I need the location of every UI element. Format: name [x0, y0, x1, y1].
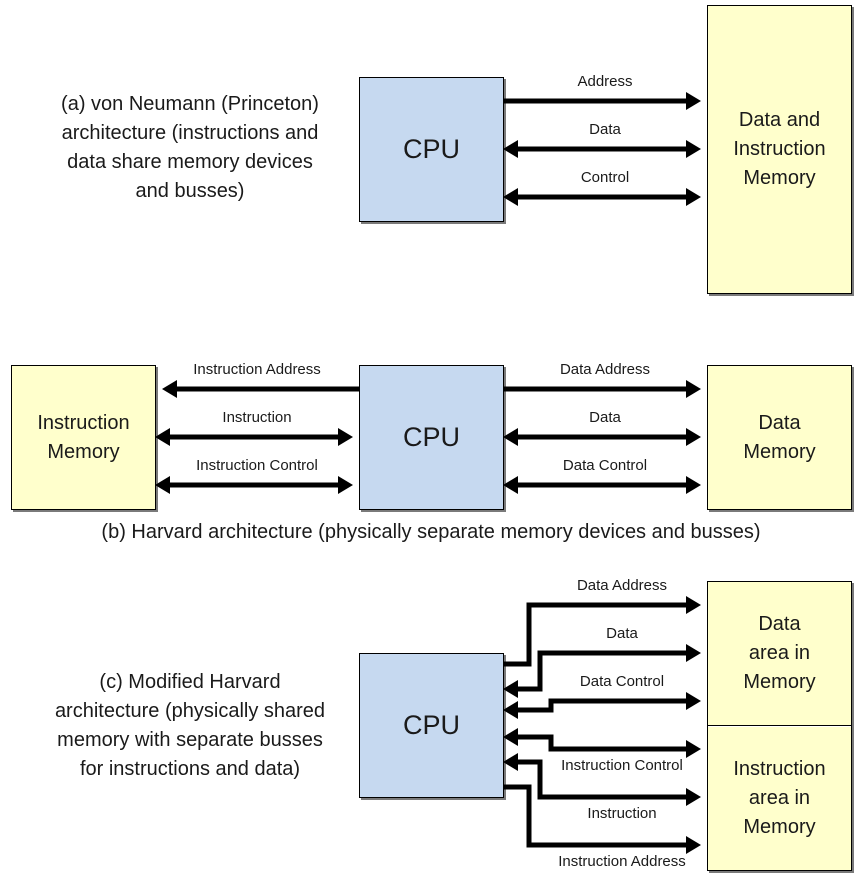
bus-data-control-c [503, 692, 701, 719]
bus-instruction-control-c [503, 727, 701, 759]
bus-instruction-c [503, 752, 701, 807]
bus-data-c [503, 644, 701, 698]
bus-wires [155, 92, 701, 855]
